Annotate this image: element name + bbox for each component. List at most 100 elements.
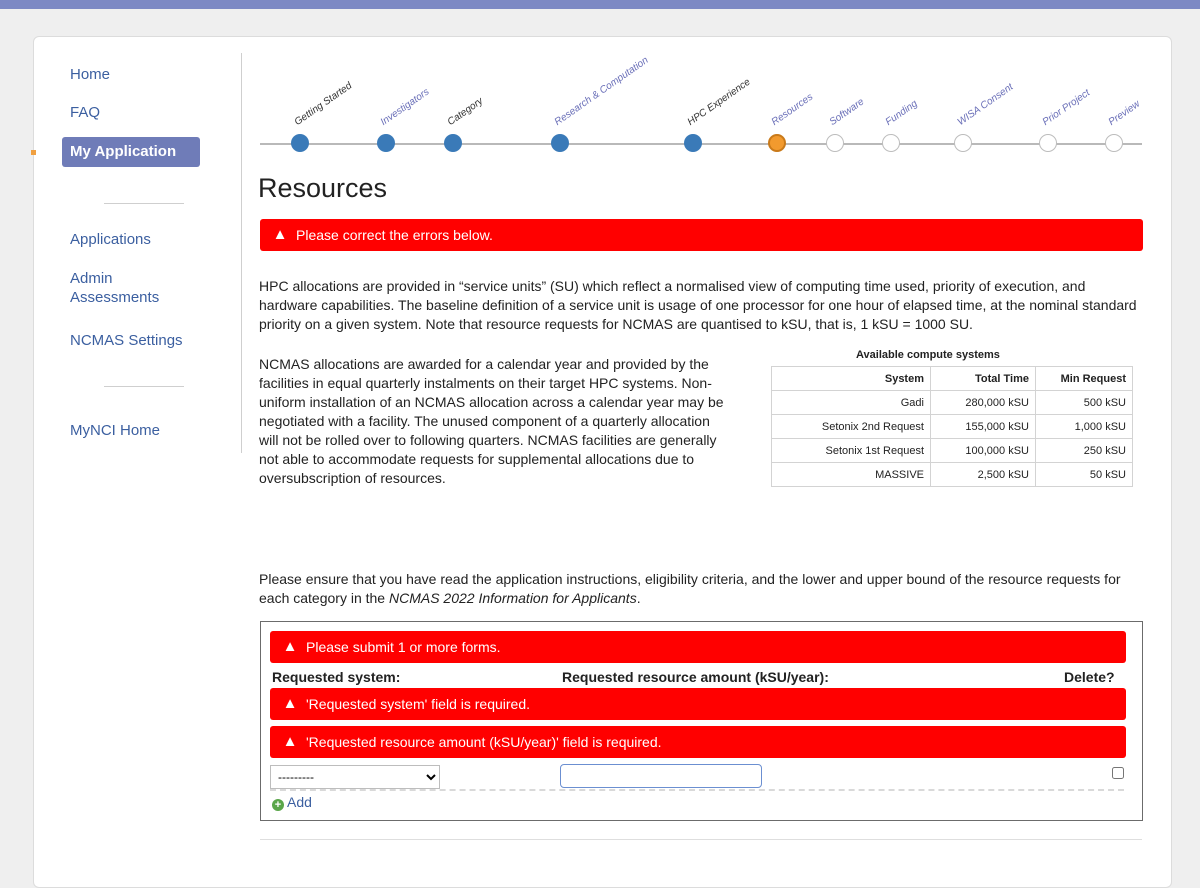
systems-table-title: Available compute systems <box>856 349 1000 361</box>
table-row: MASSIVE 2,500 kSU 50 kSU <box>771 462 1133 487</box>
wizard-step-label: Prior Project <box>1040 87 1093 128</box>
error-banner-top-text: Please correct the errors below. <box>296 227 493 243</box>
wizard-step-label: Preview <box>1106 98 1143 128</box>
table-row: Gadi 280,000 kSU 500 kSU <box>771 390 1133 415</box>
wizard-step-label: WISA Consent <box>955 81 1016 128</box>
nav-my-application[interactable]: My Application <box>62 137 200 167</box>
error-banner-top: ▲ Please correct the errors below. <box>260 219 1143 251</box>
table-cell: 100,000 kSU <box>930 438 1036 463</box>
wizard-step-dot <box>551 134 569 152</box>
wizard-step[interactable]: Research & Computation <box>551 55 651 152</box>
wizard-step-dot <box>954 134 972 152</box>
column-delete: Delete? <box>1064 669 1115 685</box>
wizard-step[interactable]: Resources <box>768 92 815 152</box>
column-requested-amount: Requested resource amount (kSU/year): <box>562 669 829 685</box>
wizard-step: Software <box>826 96 866 152</box>
column-requested-system: Requested system: <box>272 669 401 685</box>
wizard-step-label: Getting Started <box>292 80 355 128</box>
error-banner-forms-text: Please submit 1 or more forms. <box>306 639 501 655</box>
allocations-paragraph: NCMAS allocations are awarded for a cale… <box>259 356 724 486</box>
main-card: Home FAQ My Application Applications Adm… <box>31 36 1172 888</box>
instructions-paragraph: Please ensure that you have read the app… <box>259 570 1144 608</box>
wizard-step-dot <box>444 134 462 152</box>
warning-icon: ▲ <box>282 695 298 712</box>
information-for-applicants-doc: NCMAS 2022 Information for Applicants <box>388 590 637 606</box>
bottom-rule <box>260 839 1142 840</box>
requested-amount-input[interactable] <box>560 764 762 788</box>
sidebar-vertical-rule <box>241 53 242 453</box>
wizard-step-dot <box>1039 134 1057 152</box>
wizard-step-dot <box>684 134 702 152</box>
wizard-step-dot <box>291 134 309 152</box>
systems-table-header: System Total Time Min Request <box>771 366 1133 391</box>
page-title: Resources <box>258 173 388 203</box>
table-cell: 250 kSU <box>1035 438 1133 463</box>
sidebar-divider-1 <box>104 203 184 204</box>
table-cell: Setonix 2nd Request <box>771 414 931 439</box>
wizard-step-label: HPC Experience <box>685 76 753 128</box>
wizard-step[interactable]: Category <box>444 96 485 152</box>
nav-home[interactable]: Home <box>70 65 110 84</box>
nav-faq[interactable]: FAQ <box>70 103 100 122</box>
warning-icon: ▲ <box>282 638 298 655</box>
systems-table: System Total Time Min Request Gadi 280,00… <box>771 366 1133 487</box>
nav-applications[interactable]: Applications <box>70 230 151 249</box>
nav-admin-assessments[interactable]: Admin Assessments <box>70 269 159 307</box>
wizard-step-dot <box>882 134 900 152</box>
wizard-step-label: Funding <box>883 98 920 128</box>
wizard-step: Preview <box>1105 99 1142 152</box>
warning-icon: ▲ <box>282 733 298 750</box>
table-cell: 50 kSU <box>1035 462 1133 487</box>
active-bullet <box>31 150 36 155</box>
error-banner-system: ▲ 'Requested system' field is required. <box>270 688 1126 720</box>
wizard-step-dot <box>1105 134 1123 152</box>
warning-icon: ▲ <box>272 226 288 243</box>
table-cell: 2,500 kSU <box>930 462 1036 487</box>
table-cell: 500 kSU <box>1035 390 1133 415</box>
plus-circle-icon: + <box>272 799 284 811</box>
wizard-step-label: Research & Computation <box>552 54 651 128</box>
wizard-step-label: Investigators <box>378 86 432 128</box>
error-banner-amount-text: 'Requested resource amount (kSU/year)' f… <box>306 734 662 750</box>
wizard-step[interactable]: Getting Started <box>291 80 354 152</box>
error-banner-system-text: 'Requested system' field is required. <box>306 696 531 712</box>
column-header: Total Time <box>930 366 1036 391</box>
column-header: Min Request <box>1035 366 1133 391</box>
error-banner-forms: ▲ Please submit 1 or more forms. <box>270 631 1126 663</box>
table-row: Setonix 1st Request 100,000 kSU 250 kSU <box>771 438 1133 463</box>
wizard-step[interactable]: HPC Experience <box>684 77 753 152</box>
nav-admin-assessments-line1: Admin <box>70 270 113 287</box>
table-cell: Setonix 1st Request <box>771 438 931 463</box>
table-cell: MASSIVE <box>771 462 931 487</box>
nav-ncmas-settings[interactable]: NCMAS Settings <box>70 331 183 350</box>
delete-checkbox[interactable] <box>1112 767 1124 779</box>
add-form-label: Add <box>287 794 312 810</box>
wizard-step: WISA Consent <box>954 82 1015 152</box>
wizard-step-label: Software <box>827 96 867 128</box>
wizard-step-dot <box>377 134 395 152</box>
nav-mynci-home[interactable]: MyNCI Home <box>70 421 160 440</box>
table-cell: 155,000 kSU <box>930 414 1036 439</box>
wizard-step-label: Resources <box>769 91 816 128</box>
wizard-step: Prior Project <box>1039 87 1092 152</box>
row-separator <box>270 789 1124 791</box>
instructions-suffix: . <box>636 590 641 606</box>
intro-paragraph: HPC allocations are provided in “service… <box>259 278 1137 332</box>
wizard-step-dot <box>826 134 844 152</box>
table-cell: 280,000 kSU <box>930 390 1036 415</box>
column-header: System <box>771 366 931 391</box>
wizard-step-label: Category <box>445 95 486 128</box>
top-bar <box>0 0 1200 9</box>
wizard-step: Funding <box>882 98 920 152</box>
wizard-step[interactable]: Investigators <box>377 86 431 152</box>
wizard-step-dot <box>768 134 786 152</box>
requested-system-select[interactable]: --------- <box>270 765 440 789</box>
wizard-progress: Getting Started Investigators Category Rese… <box>260 53 1142 163</box>
table-cell: 1,000 kSU <box>1035 414 1133 439</box>
table-row: Setonix 2nd Request 155,000 kSU 1,000 kSU <box>771 414 1133 439</box>
error-banner-amount: ▲ 'Requested resource amount (kSU/year)'… <box>270 726 1126 758</box>
table-cell: Gadi <box>771 390 931 415</box>
sidebar-divider-2 <box>104 386 184 387</box>
nav-admin-assessments-line2: Assessments <box>70 289 160 306</box>
add-form-link[interactable]: + Add <box>272 794 312 811</box>
